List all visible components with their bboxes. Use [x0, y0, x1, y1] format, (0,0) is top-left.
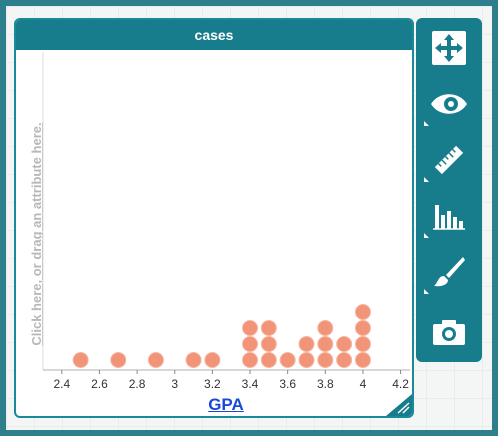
x-tick-label: 3.4 — [242, 377, 259, 391]
ruler-icon — [434, 145, 464, 175]
bar-chart-icon — [433, 205, 465, 230]
case-dot[interactable] — [317, 352, 334, 368]
case-dot[interactable] — [354, 320, 371, 336]
graph-toolbar — [416, 18, 482, 362]
case-dot[interactable] — [354, 352, 371, 368]
case-dot[interactable] — [336, 352, 353, 368]
graph-component[interactable]: cases Click here, or drag an attribute h… — [14, 18, 414, 418]
case-dot[interactable] — [147, 352, 164, 368]
case-dot[interactable] — [317, 320, 334, 336]
case-dot[interactable] — [242, 352, 259, 368]
x-tick-label: 3 — [171, 377, 178, 391]
dot-plot: 2.4 2.6 2.8 3 3.2 3.4 3.6 3.8 4 4.2 — [42, 52, 410, 391]
case-dot[interactable] — [242, 336, 259, 352]
measure-tool-button[interactable] — [416, 132, 482, 188]
case-dot[interactable] — [72, 352, 89, 368]
case-dot[interactable] — [298, 336, 315, 352]
case-dot[interactable] — [260, 352, 277, 368]
x-tick-label: 2.8 — [129, 377, 146, 391]
hide-show-tool-button[interactable] — [416, 76, 482, 132]
paintbrush-icon — [434, 257, 465, 287]
snapshot-tool-button[interactable] — [416, 304, 482, 360]
case-dot[interactable] — [242, 320, 259, 336]
move-tool-button[interactable] — [416, 20, 482, 76]
x-axis-label[interactable]: GPA — [186, 395, 266, 415]
style-tool-button[interactable] — [416, 244, 482, 300]
case-dot[interactable] — [260, 320, 277, 336]
x-tick-label: 2.6 — [91, 377, 108, 391]
case-dot[interactable] — [317, 336, 334, 352]
camera-icon — [433, 320, 465, 345]
case-dot[interactable] — [204, 352, 221, 368]
move-arrows-icon — [432, 31, 466, 65]
x-tick-label: 3.8 — [317, 377, 334, 391]
case-dot[interactable] — [185, 352, 202, 368]
case-dot[interactable] — [354, 304, 371, 320]
x-tick-label: 2.4 — [53, 377, 70, 391]
x-tick-label: 4.2 — [392, 377, 409, 391]
case-dot[interactable] — [354, 336, 371, 352]
eye-icon — [431, 94, 467, 114]
case-dot[interactable] — [260, 336, 277, 352]
case-dot[interactable] — [110, 352, 127, 368]
x-tick-label: 3.2 — [204, 377, 221, 391]
x-tick-label: 3.6 — [279, 377, 296, 391]
case-dot[interactable] — [336, 336, 353, 352]
configure-graph-button[interactable] — [416, 188, 482, 244]
case-dot[interactable] — [298, 352, 315, 368]
x-tick-label: 4 — [360, 377, 367, 391]
case-dot[interactable] — [279, 352, 296, 368]
